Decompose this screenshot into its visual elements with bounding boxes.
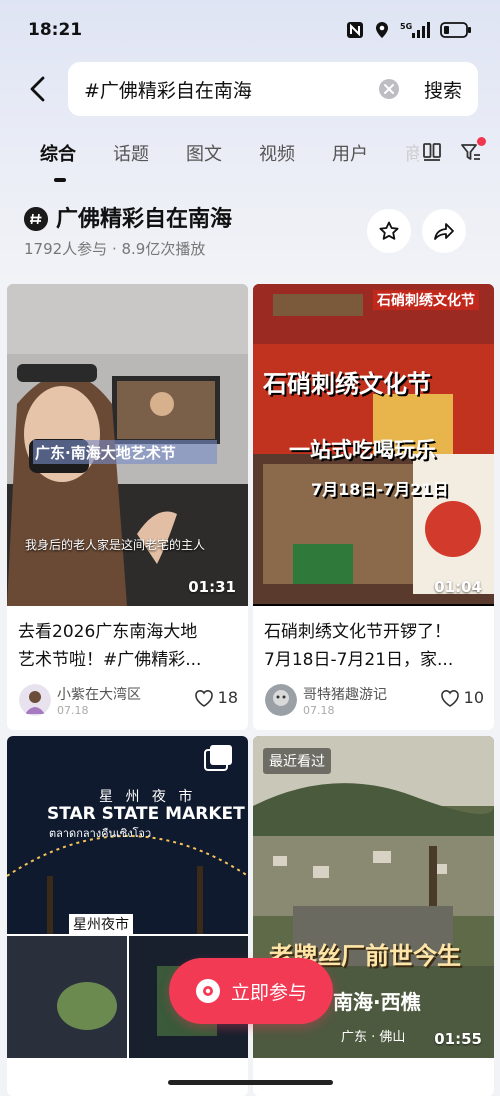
location-icon bbox=[376, 22, 388, 38]
overlay-thai: ตลาดกลางคืนเซิงโจว bbox=[49, 827, 152, 840]
status-time: 18:21 bbox=[28, 20, 83, 40]
like-button[interactable]: 18 bbox=[194, 688, 238, 707]
overlay-subtitle: 一站式吃喝玩乐 bbox=[289, 438, 436, 462]
join-button-label: 立即参与 bbox=[230, 981, 307, 1004]
tab-users[interactable]: 用户 bbox=[332, 140, 368, 166]
tab-videos[interactable]: 视频 bbox=[259, 140, 295, 166]
status-bar: 18:21 5G bbox=[0, 0, 500, 60]
home-indicator[interactable] bbox=[168, 1080, 333, 1085]
heart-icon bbox=[440, 689, 459, 707]
topic-header: 广佛精彩自在南海 1792人参与 · 8.9亿次播放 bbox=[0, 195, 500, 275]
video-thumbnail[interactable]: 广东·南海大地艺术节 我身后的老人家是这间老宅的主人 01:31 bbox=[7, 284, 248, 606]
tab-image-text[interactable]: 图文 bbox=[186, 140, 222, 166]
video-duration: 01:55 bbox=[434, 1030, 482, 1048]
tab-bar: 综合 话题 图文 视频 用户 商品 bbox=[0, 132, 500, 184]
heart-icon bbox=[194, 689, 213, 707]
share-icon bbox=[434, 223, 454, 240]
video-thumbnail[interactable]: 石硝刺绣文化节 石硝刺绣文化节 一站式吃喝玩乐 7月18日-7月21日 01:0… bbox=[253, 284, 494, 606]
card-title-line2: 7月18日-7月21日，家... bbox=[264, 650, 454, 670]
battery-icon bbox=[440, 22, 471, 38]
tab-all[interactable]: 综合 bbox=[40, 140, 76, 166]
author-name[interactable]: 哥特猪趣游记 bbox=[303, 684, 387, 704]
card-title-line2: 艺术节啦！#广佛精彩... bbox=[18, 650, 202, 670]
card-title[interactable]: 去看2026广东南海大地 艺术节啦！#广佛精彩... bbox=[18, 618, 238, 674]
dual-column-icon[interactable] bbox=[422, 142, 442, 162]
notification-dot bbox=[477, 137, 486, 146]
video-duration: 01:31 bbox=[188, 578, 236, 596]
card-title-line1: 去看2026广东南海大地 bbox=[18, 622, 198, 642]
video-duration: 01:04 bbox=[434, 578, 482, 596]
image-card[interactable]: 星 州 夜 市 STAR STATE MARKET ตลาดกลางคืนเซิ… bbox=[7, 736, 248, 1096]
topic-title: 广佛精彩自在南海 bbox=[56, 207, 233, 232]
tab-goods[interactable]: 商品 bbox=[405, 140, 419, 166]
signal-5g-icon: 5G bbox=[400, 22, 430, 38]
avatar[interactable] bbox=[19, 684, 51, 716]
share-button[interactable] bbox=[422, 209, 466, 253]
overlay-dates: 7月18日-7月21日 bbox=[311, 480, 449, 499]
like-count: 10 bbox=[463, 688, 484, 707]
overlay-cn: 星 州 夜 市 bbox=[99, 789, 197, 805]
overlay-location: 广东 · 佛山 bbox=[341, 1030, 406, 1045]
active-tab-indicator bbox=[54, 178, 66, 182]
search-button[interactable]: 搜索 bbox=[424, 76, 462, 103]
overlay-badge: 星州夜市 bbox=[69, 914, 133, 934]
like-count: 18 bbox=[217, 688, 238, 707]
avatar[interactable] bbox=[265, 684, 297, 716]
topic-stats: 1792人参与 · 8.9亿次播放 bbox=[24, 240, 206, 258]
video-card[interactable]: 广东·南海大地艺术节 我身后的老人家是这间老宅的主人 01:31 去看2026广… bbox=[7, 284, 248, 730]
back-arrow-icon[interactable] bbox=[24, 74, 54, 104]
like-button[interactable]: 10 bbox=[440, 688, 484, 707]
card-title[interactable]: 石硝刺绣文化节开锣了！ 7月18日-7月21日，家... bbox=[264, 618, 484, 674]
tab-topics[interactable]: 话题 bbox=[113, 140, 149, 166]
post-date: 07.18 bbox=[57, 704, 89, 717]
overlay-subtitle: 我身后的老人家是这间老宅的主人 bbox=[25, 538, 206, 552]
overlay-place: 南海·西樵 bbox=[333, 990, 421, 1014]
card-title-line1: 石硝刺绣文化节开锣了！ bbox=[264, 622, 451, 642]
search-query[interactable]: #广佛精彩自在南海 bbox=[84, 76, 378, 103]
post-date: 07.18 bbox=[303, 704, 335, 717]
favorite-button[interactable] bbox=[367, 209, 411, 253]
video-card[interactable]: 最近看过 老牌丝厂前世今生 南海·西樵 广东 · 佛山 01:55 bbox=[253, 736, 494, 1096]
overlay-title: 石硝刺绣文化节 bbox=[263, 370, 431, 398]
overlay-en: STAR STATE MARKET bbox=[47, 804, 245, 824]
overlay-banner: 石硝刺绣文化节 bbox=[373, 290, 479, 310]
recently-viewed-badge: 最近看过 bbox=[263, 748, 331, 774]
overlay-caption: 广东·南海大地艺术节 bbox=[35, 444, 176, 462]
clear-icon[interactable] bbox=[378, 78, 400, 100]
nfc-icon bbox=[347, 22, 363, 38]
video-card[interactable]: 石硝刺绣文化节 石硝刺绣文化节 一站式吃喝玩乐 7月18日-7月21日 01:0… bbox=[253, 284, 494, 730]
star-icon bbox=[379, 221, 399, 240]
svg-text:5G: 5G bbox=[400, 22, 412, 31]
author-name[interactable]: 小紫在大湾区 bbox=[57, 684, 141, 704]
status-icons: 5G bbox=[346, 21, 472, 39]
topic-hashtag-icon bbox=[24, 207, 48, 231]
search-row: #广佛精彩自在南海 搜索 bbox=[0, 60, 500, 118]
join-button[interactable]: 立即参与 bbox=[169, 958, 333, 1024]
camera-icon bbox=[195, 979, 220, 1003]
search-input[interactable]: #广佛精彩自在南海 搜索 bbox=[68, 62, 478, 116]
